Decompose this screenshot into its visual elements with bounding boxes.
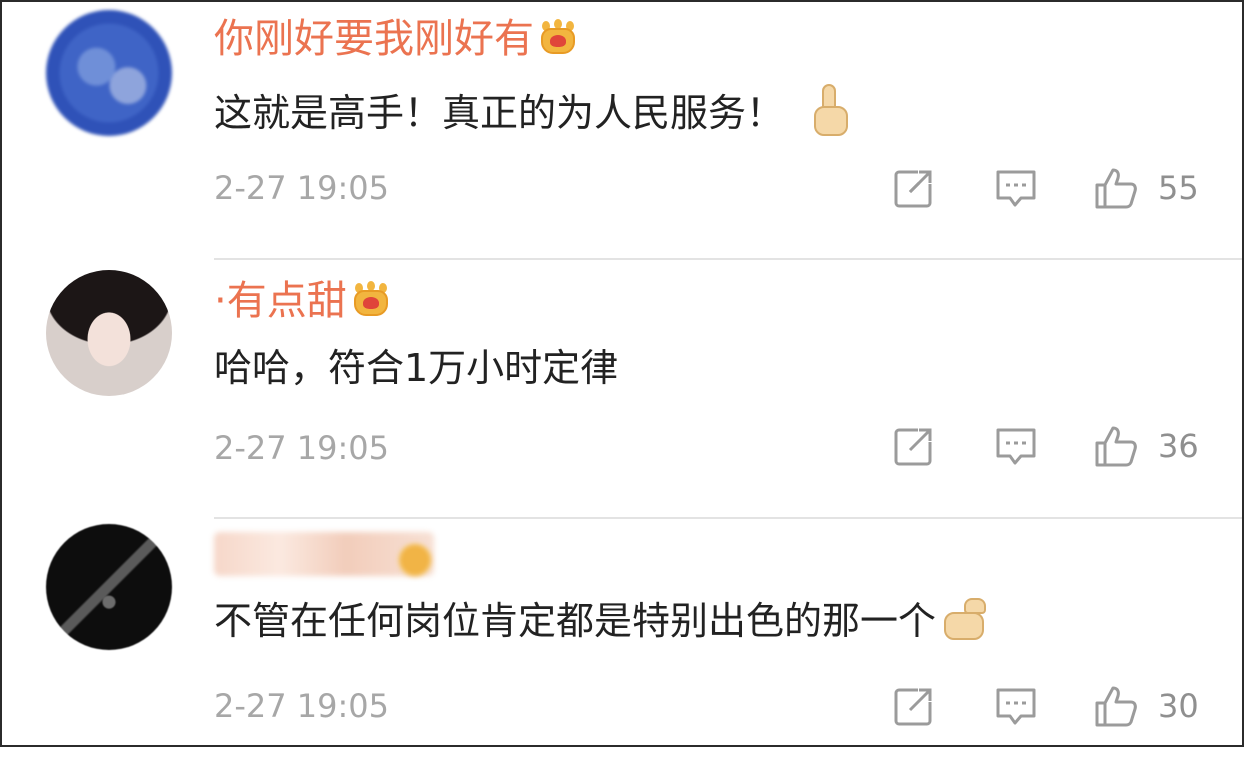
timestamp: 2-27 19:05 [214,687,390,725]
username[interactable]: ·有点甜 [214,278,391,324]
comment-text-label: 这就是高手！真正的为人民服务！ [214,91,785,135]
comment-text: 哈哈，符合1万小时定律 [214,346,619,390]
username[interactable]: 你刚好要我刚好有 [214,16,578,62]
crown-icon [538,19,578,56]
crown-icon [396,542,434,578]
crown-icon [351,281,391,318]
thumbs-up-emoji-icon [808,82,856,138]
share-forward-icon[interactable] [892,166,936,210]
comment-item: ·有点甜 哈哈，符合1万小时定律 2-27 19:05 36 [2,261,1242,519]
username-label[interactable]: 你刚好要我刚好有 [214,16,534,62]
divider [214,517,1242,519]
comment-text-label: 不管在任何岗位肯定都是特别出色的那一个 [214,599,937,643]
comment-item: 你刚好要我刚好有 这就是高手！真正的为人民服务！ 2-27 19:05 55 [2,2,1242,260]
thumbs-up-like-icon[interactable] [1094,424,1138,468]
like-count: 36 [1158,427,1199,465]
like-count: 30 [1158,687,1199,725]
share-forward-icon[interactable] [892,684,936,728]
thumbs-up-like-icon[interactable] [1094,166,1138,210]
comment-reply-icon[interactable] [994,424,1038,468]
share-forward-icon[interactable] [892,424,936,468]
timestamp: 2-27 19:05 [214,169,390,207]
comment-text: 这就是高手！真正的为人民服务！ [214,82,856,138]
thumbs-up-emoji-icon [942,598,996,642]
comment-reply-icon[interactable] [994,166,1038,210]
like-count: 55 [1158,169,1199,207]
comment-text: 不管在任何岗位肯定都是特别出色的那一个 [214,596,996,646]
comment-item: 不管在任何岗位肯定都是特别出色的那一个 2-27 19:05 30 [2,520,1242,778]
avatar[interactable] [46,10,172,136]
username-label[interactable]: ·有点甜 [214,278,347,324]
avatar[interactable] [46,524,172,650]
avatar[interactable] [46,270,172,396]
timestamp: 2-27 19:05 [214,429,390,467]
comment-list: 你刚好要我刚好有 这就是高手！真正的为人民服务！ 2-27 19:05 55 ·… [0,0,1244,747]
thumbs-up-like-icon[interactable] [1094,684,1138,728]
comment-reply-icon[interactable] [994,684,1038,728]
divider [214,258,1242,260]
